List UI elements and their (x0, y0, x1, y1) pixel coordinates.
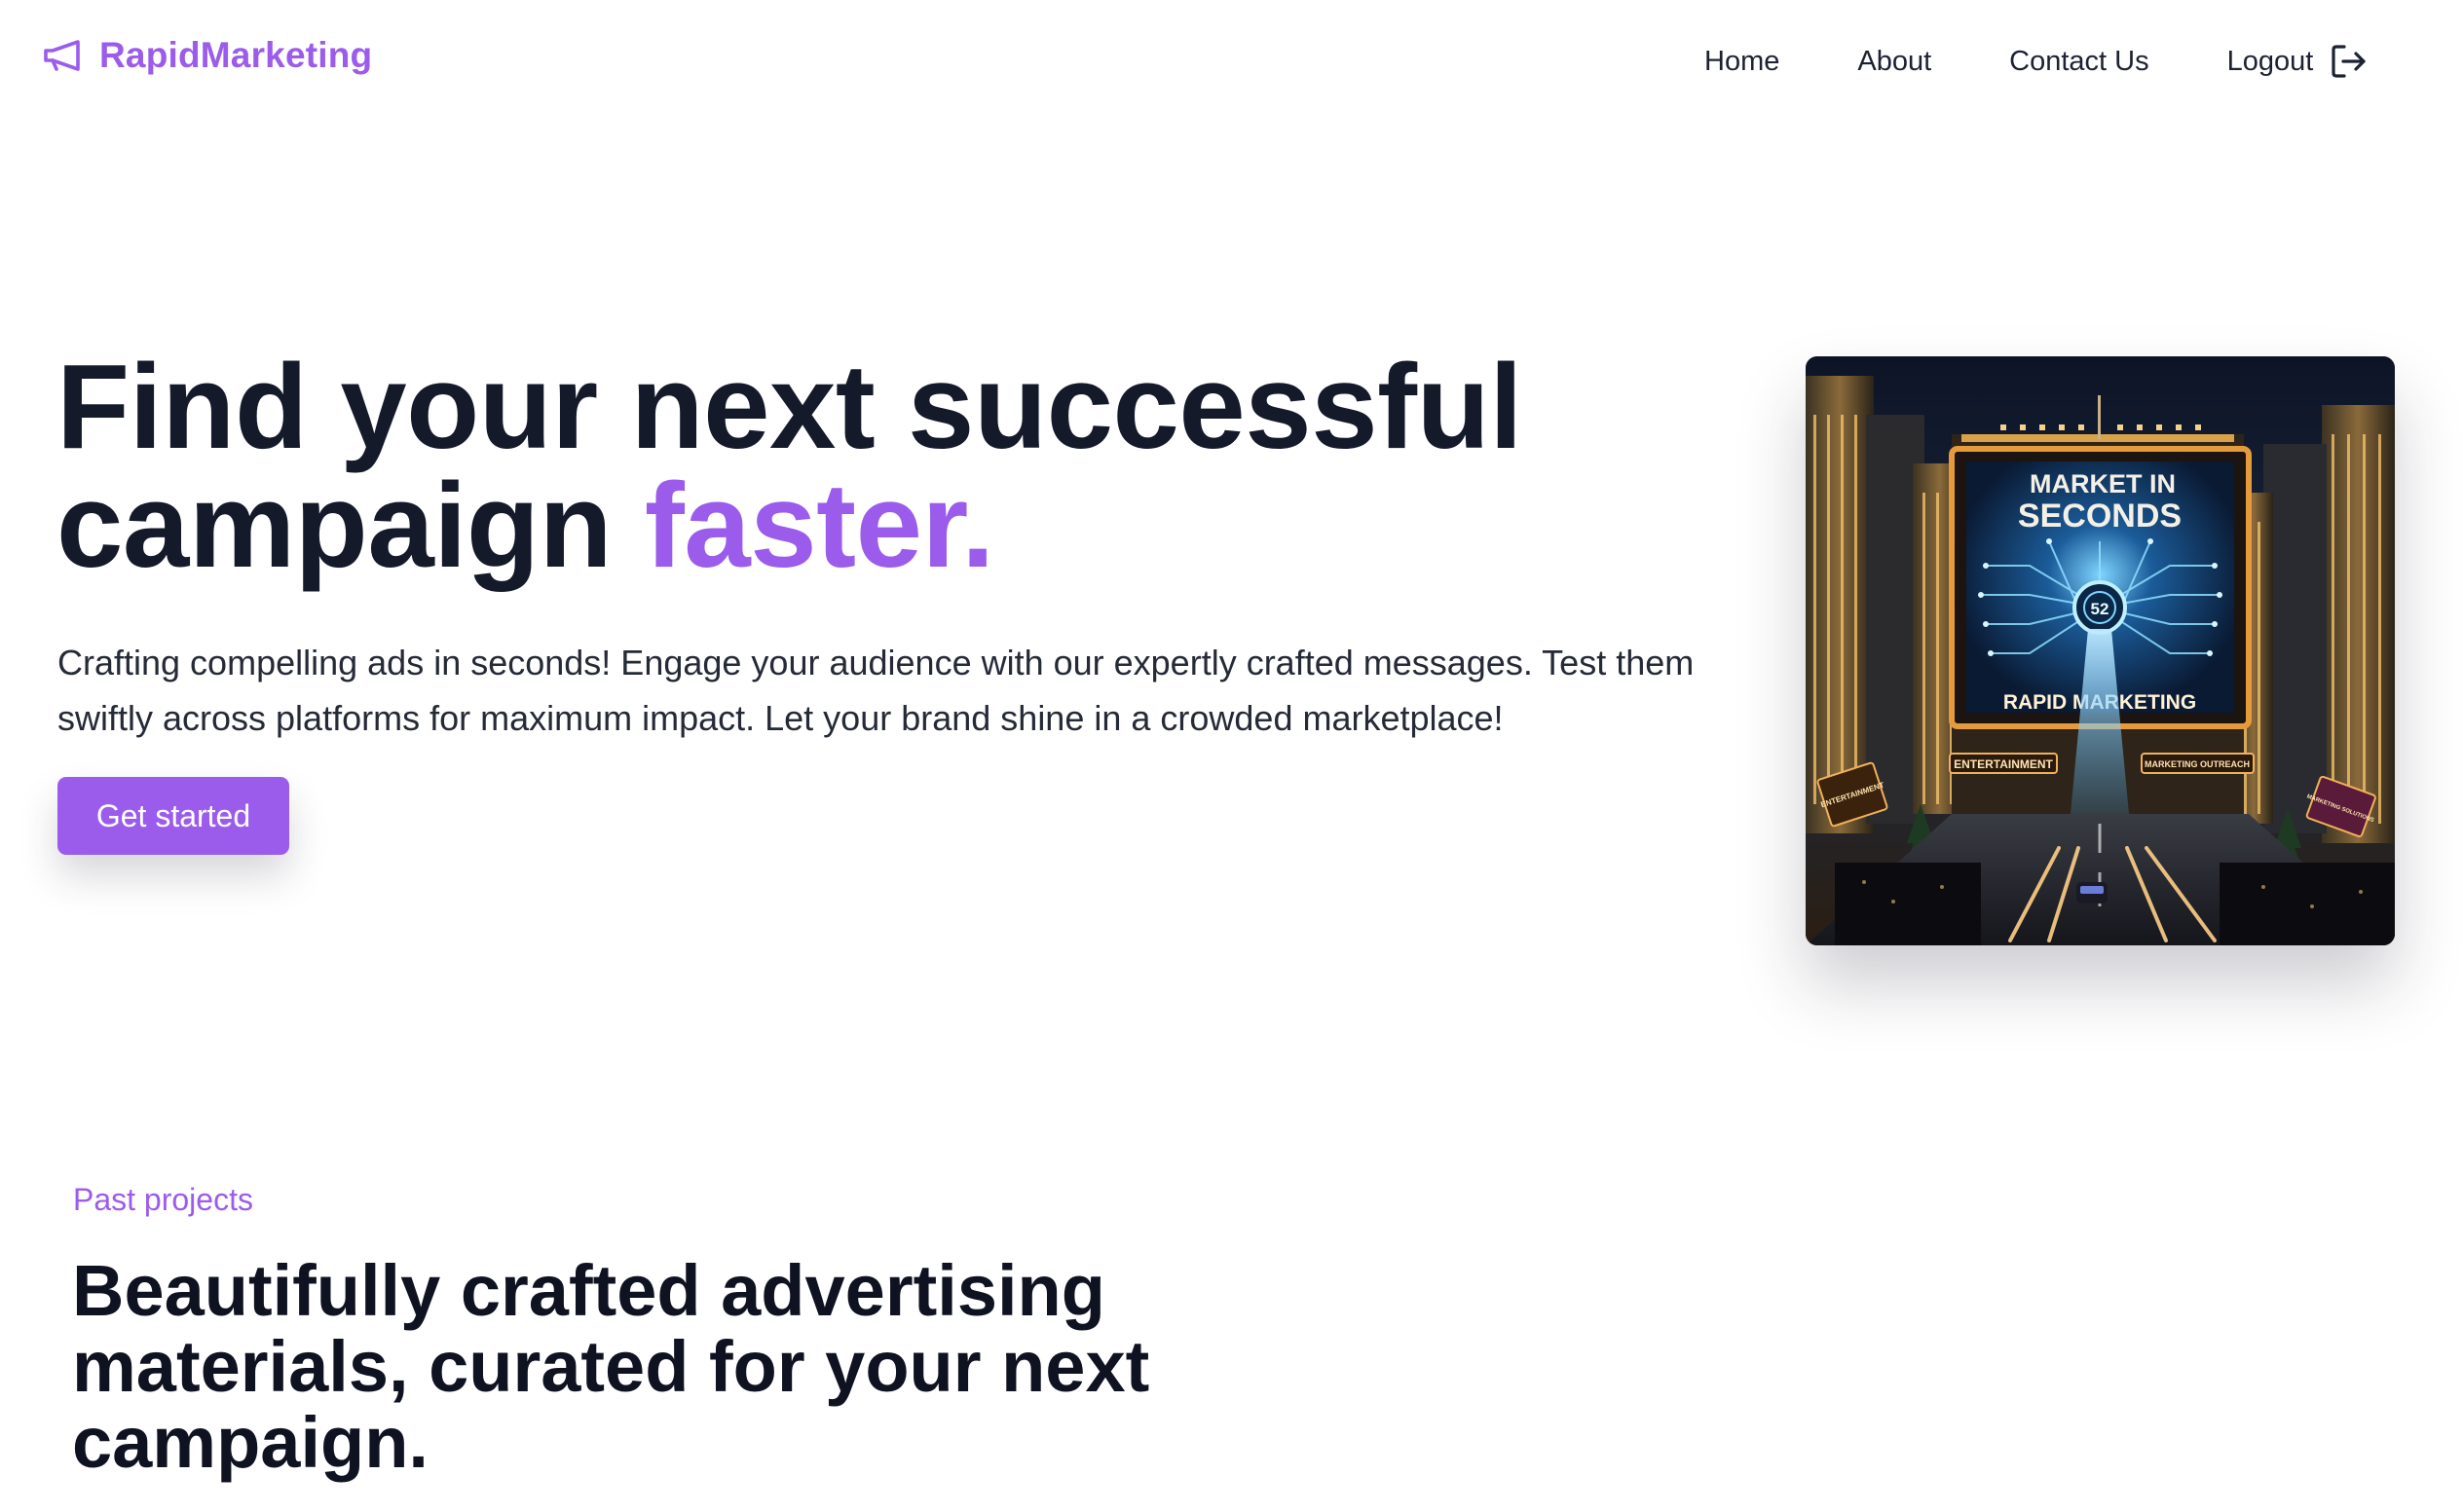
sign-marketing: MARKETING OUTREACH (2145, 759, 2250, 769)
sign-entertainment: ENTERTAINMENT (1954, 757, 2053, 771)
nav-home-link[interactable]: Home (1704, 46, 1779, 78)
past-projects-title: Beautifully crafted advertising material… (72, 1250, 1150, 1483)
past-projects-eyebrow: Past projects (73, 1182, 253, 1217)
hero-title: Find your next successful campaign faste… (56, 348, 1712, 586)
nav-links: Home About Contact Us Logout (1704, 37, 2368, 86)
hero-title-accent: faster. (644, 460, 994, 593)
billboard-title-line1: MARKET IN (2030, 469, 2176, 498)
logout-button[interactable]: Logout (2227, 44, 2369, 79)
hero-description: Crafting compelling ads in seconds! Enga… (57, 643, 1695, 738)
logout-icon (2331, 44, 2368, 79)
megaphone-icon (43, 39, 84, 72)
brand-name: RapidMarketing (99, 35, 373, 75)
hero-image: 52 MARKET IN SECONDS RAPID MARKETING ENT… (1806, 356, 2395, 945)
nav-about-link[interactable]: About (1857, 46, 1931, 78)
billboard-number: 52 (2091, 600, 2109, 618)
logout-label: Logout (2226, 45, 2314, 77)
navbar: RapidMarketing Home About Contact Us Log… (0, 0, 2463, 121)
brand-logo-link[interactable]: RapidMarketing (43, 35, 372, 76)
billboard-title-line2: SECONDS (2018, 498, 2182, 535)
nav-contact-link[interactable]: Contact Us (2009, 46, 2148, 78)
get-started-button[interactable]: Get started (57, 777, 289, 855)
